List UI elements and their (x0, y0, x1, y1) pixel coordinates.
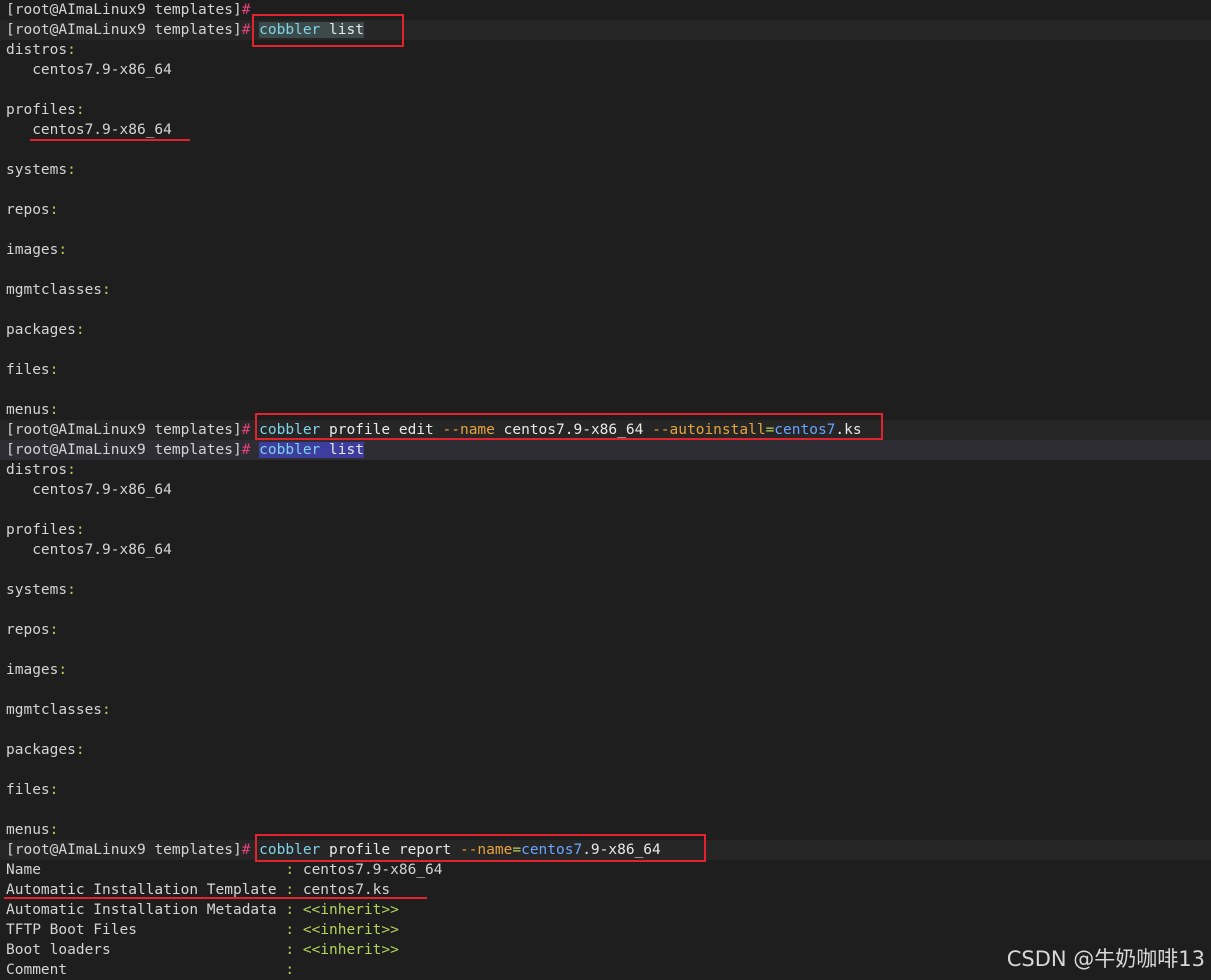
watermark: CSDN @牛奶咖啡13 (1006, 947, 1205, 971)
section-label: profiles (6, 522, 76, 538)
section-label: distros (6, 462, 68, 478)
command-name: cobbler (259, 442, 321, 458)
section-distros: distros: (6, 462, 76, 478)
section-label: packages (6, 322, 76, 338)
section-systems: systems: (6, 162, 76, 178)
command-arg: list (329, 442, 364, 458)
section-mgmtclasses: mgmtclasses: (6, 282, 111, 298)
list-item: centos7.9-x86_64 (6, 540, 1211, 560)
section-packages: packages: (6, 322, 85, 338)
list-item: centos7.9-x86_64 (6, 120, 1211, 140)
underline-template (4, 897, 427, 899)
profile-item: centos7.9-x86_64 (32, 122, 172, 138)
section-label: files (6, 362, 50, 378)
highlight-box-profile-report (255, 834, 706, 862)
prompt: [root@AImaLinux9 templates] (6, 842, 242, 858)
report-row-metadata: Automatic Installation Metadata : <<inhe… (6, 902, 399, 918)
section-packages: packages: (6, 742, 85, 758)
section-label: images (6, 242, 59, 258)
section-label: repos (6, 202, 50, 218)
report-value: <<inherit>> (302, 922, 399, 938)
section-images: images: (6, 662, 68, 678)
report-label: Automatic Installation Template (6, 882, 286, 898)
section-systems: systems: (6, 582, 76, 598)
report-label: Comment (6, 962, 268, 978)
underline-profile (30, 139, 190, 141)
list-item: centos7.9-x86_64 (6, 480, 1211, 500)
section-label: menus (6, 402, 50, 418)
section-label: packages (6, 742, 76, 758)
command-line-cobbler-list-2: [root@AImaLinux9 templates]# cobbler lis… (0, 440, 1211, 460)
section-images: images: (6, 242, 68, 258)
section-label: repos (6, 622, 50, 638)
prompt: [root@AImaLinux9 templates] (6, 442, 242, 458)
section-repos: repos: (6, 622, 59, 638)
highlight-box-cobbler-list (252, 14, 404, 47)
prompt-line: [root@AImaLinux9 templates]# (6, 0, 1211, 20)
profile-item: centos7.9-x86_64 (32, 542, 172, 558)
report-row-tftp: TFTP Boot Files : <<inherit>> (6, 922, 399, 938)
command-line-cobbler-list: [root@AImaLinux9 templates]# cobbler lis… (0, 20, 1211, 40)
report-label: Automatic Installation Metadata (6, 902, 286, 918)
prompt: [root@AImaLinux9 templates] (6, 22, 242, 38)
prompt: [root@AImaLinux9 templates] (6, 422, 242, 438)
prompt-hash: # (241, 422, 251, 438)
section-label: systems (6, 582, 68, 598)
section-profiles: profiles: (6, 102, 85, 118)
section-label: mgmtclasses (6, 702, 103, 718)
section-files: files: (6, 782, 59, 798)
distro-item: centos7.9-x86_64 (32, 62, 172, 78)
section-label: distros (6, 42, 68, 58)
section-profiles: profiles: (6, 522, 85, 538)
prompt-hash: # (241, 2, 251, 18)
section-label: files (6, 782, 50, 798)
section-repos: repos: (6, 202, 59, 218)
section-distros: distros: (6, 42, 76, 58)
prompt-hash: # (241, 442, 251, 458)
highlight-box-profile-edit (255, 413, 883, 440)
report-label: Boot loaders (6, 942, 268, 958)
section-label: mgmtclasses (6, 282, 103, 298)
prompt-hash: # (241, 842, 251, 858)
report-value: centos7.ks (302, 882, 391, 898)
section-mgmtclasses: mgmtclasses: (6, 702, 111, 718)
report-label: Name (6, 862, 268, 878)
section-label: systems (6, 162, 68, 178)
section-label: images (6, 662, 59, 678)
report-value: <<inherit>> (302, 902, 399, 918)
report-value: centos7.9-x86_64 (302, 862, 443, 878)
report-row-name: Name : centos7.9-x86_64 (6, 862, 443, 878)
list-item: centos7.9-x86_64 (6, 60, 1211, 80)
report-label: TFTP Boot Files (6, 922, 268, 938)
report-value: <<inherit>> (302, 942, 399, 958)
section-files: files: (6, 362, 59, 378)
distro-item: centos7.9-x86_64 (32, 482, 172, 498)
terminal-output[interactable]: [root@AImaLinux9 templates]# [root@AImaL… (0, 0, 1211, 980)
section-label: profiles (6, 102, 76, 118)
section-label: menus (6, 822, 50, 838)
prompt: [root@AImaLinux9 templates] (6, 2, 242, 18)
prompt-hash: # (241, 22, 251, 38)
